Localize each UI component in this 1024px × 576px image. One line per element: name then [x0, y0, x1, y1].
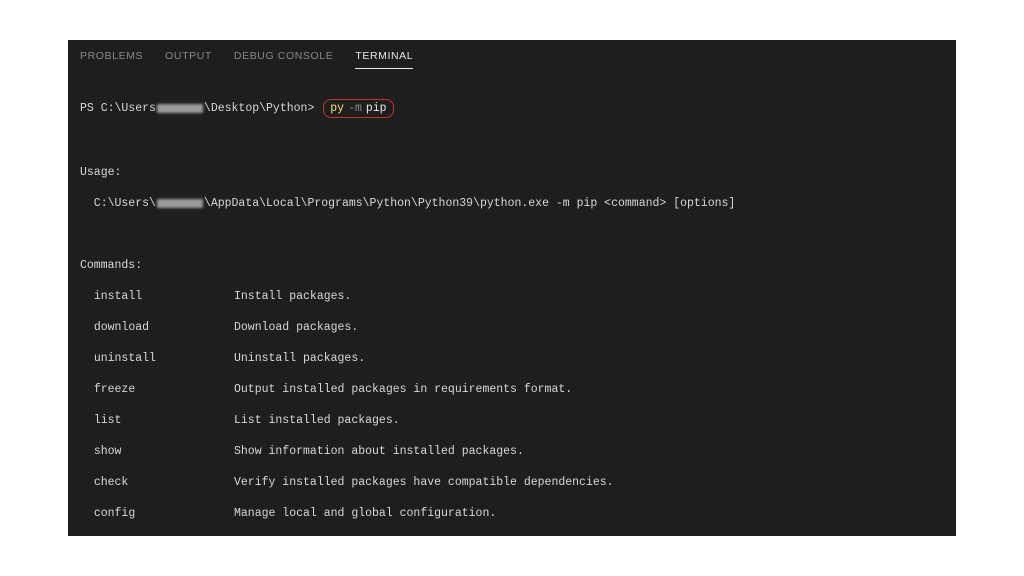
command-name: list [94, 414, 122, 427]
tab-debug-console[interactable]: DEBUG CONSOLE [234, 50, 333, 69]
cmd-py: py [330, 101, 344, 117]
command-row: freeze Output installed packages in requi… [80, 382, 944, 398]
usage-label: Usage: [80, 165, 944, 181]
commands-header: Commands: [80, 258, 944, 274]
command-name: config [94, 507, 135, 520]
command-row: show Show information about installed pac… [80, 444, 944, 460]
command-row: list List installed packages. [80, 413, 944, 429]
tab-output[interactable]: OUTPUT [165, 50, 212, 69]
command-row: uninstall Uninstall packages. [80, 351, 944, 367]
command-desc: Uninstall packages. [234, 351, 365, 367]
command-name: install [94, 290, 142, 303]
command-desc: Install packages. [234, 289, 351, 305]
usage-path-suffix: \AppData\Local\Programs\Python\Python39\… [204, 196, 735, 212]
command-name: freeze [94, 383, 135, 396]
usage-path: C:\Users\ \AppData\Local\Programs\Python\… [80, 196, 944, 212]
command-desc: Output installed packages in requirement… [234, 382, 572, 398]
command-name: download [94, 321, 149, 334]
command-desc: Verify installed packages have compatibl… [234, 475, 614, 491]
cmd-pip: pip [366, 101, 387, 117]
highlighted-command: py-mpip [323, 99, 393, 119]
terminal-panel: PROBLEMS OUTPUT DEBUG CONSOLE TERMINAL P… [68, 40, 956, 536]
command-desc: Show information about installed package… [234, 444, 524, 460]
prompt-line: PS C:\Users \Desktop\Python> py-mpip [80, 99, 944, 119]
usage-path-prefix: C:\Users\ [80, 196, 156, 212]
tab-problems[interactable]: PROBLEMS [80, 50, 143, 69]
command-name: uninstall [94, 352, 156, 365]
command-name: check [94, 476, 129, 489]
redacted-username [157, 199, 203, 208]
prompt-prefix: PS C:\Users [80, 101, 156, 117]
redacted-username [157, 104, 203, 113]
command-name: show [94, 445, 122, 458]
command-row: install Install packages. [80, 289, 944, 305]
command-desc: Manage local and global configuration. [234, 506, 496, 522]
command-row: download Download packages. [80, 320, 944, 336]
command-desc: Download packages. [234, 320, 358, 336]
command-desc: List installed packages. [234, 413, 400, 429]
command-row: config Manage local and global configurat… [80, 506, 944, 522]
prompt-suffix: \Desktop\Python> [204, 101, 314, 117]
cmd-flag: -m [348, 101, 362, 117]
command-row: check Verify installed packages have comp… [80, 475, 944, 491]
panel-tabs: PROBLEMS OUTPUT DEBUG CONSOLE TERMINAL [68, 40, 956, 69]
tab-terminal[interactable]: TERMINAL [355, 50, 413, 69]
terminal-output[interactable]: PS C:\Users \Desktop\Python> py-mpip Usag… [68, 69, 956, 536]
